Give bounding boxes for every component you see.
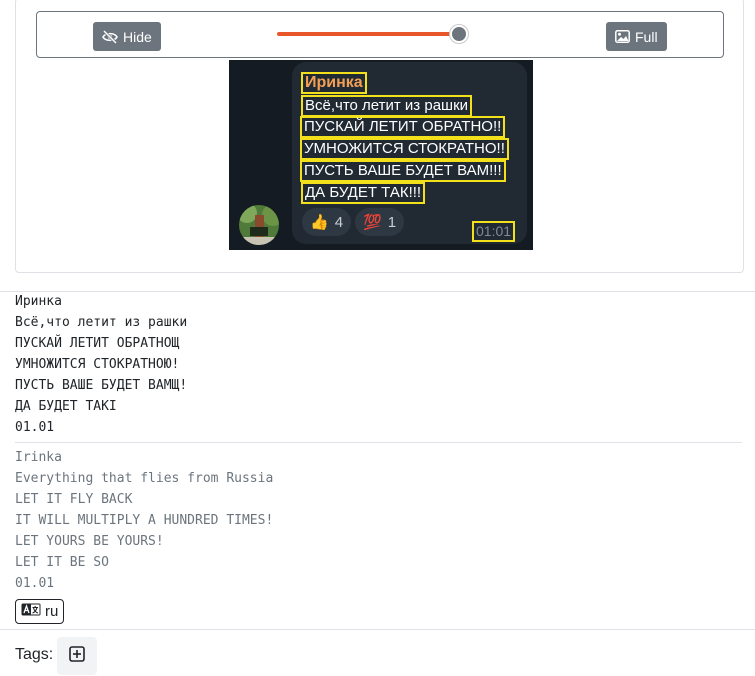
- ocr-line: Всё,что летит из рашки: [15, 315, 188, 330]
- full-button[interactable]: Full: [606, 22, 667, 51]
- language-code: ru: [45, 603, 59, 620]
- hide-button[interactable]: Hide: [93, 22, 161, 51]
- hide-label: Hide: [123, 28, 152, 45]
- translation-text: Irinka Everything that flies from Russia L…: [15, 447, 273, 594]
- ocr-line: ДА БУДЕТ ТАКI: [15, 399, 117, 414]
- ocr-line: 01.01: [15, 420, 55, 435]
- message-line: Всё,что летит из рашки: [301, 95, 473, 117]
- add-tag-button[interactable]: [57, 637, 97, 675]
- translation-line: LET IT FLY BACK: [15, 492, 133, 507]
- message-sender: Иринка: [301, 72, 367, 94]
- ocr-original-text: Иринка Всё,что летит из рашки ПУСКАЙ ЛЕТИТ…: [15, 291, 187, 438]
- size-slider-thumb[interactable]: [450, 25, 468, 43]
- ocr-line: УМНОЖИТСЯ СТОКРАТНОЮ!: [15, 357, 180, 372]
- message-time: 01:01: [472, 221, 516, 242]
- message-line: УМНОЖИТСЯ СТОКРАТНО!!: [300, 138, 509, 160]
- translation-line: Irinka: [15, 450, 62, 465]
- translation-line: LET IT BE SO: [15, 555, 109, 570]
- tags-label: Tags:: [15, 646, 54, 663]
- message-line: ПУСКАЙ ЛЕТИТ ОБРАТНО!!: [300, 116, 506, 138]
- full-label: Full: [635, 28, 658, 45]
- reaction-count: 1: [387, 213, 397, 231]
- translation-line: Everything that flies from Russia: [15, 471, 274, 486]
- language-badge[interactable]: ru: [15, 599, 65, 624]
- view-toolbar: Hide Full: [36, 11, 724, 58]
- thumbs-up-icon: 👍: [310, 214, 329, 231]
- message-line: ДА БУДЕТ ТАК!!!: [301, 182, 426, 204]
- translation-line: 01.01: [15, 576, 55, 591]
- reaction-thumbs-up[interactable]: 👍 4: [302, 208, 352, 236]
- translation-line: LET YOURS BE YOURS!: [15, 534, 164, 549]
- reaction-count: 4: [334, 213, 344, 231]
- hundred-points-icon: 💯: [363, 214, 382, 231]
- avatar: [239, 205, 279, 245]
- message-screenshot: Иринка Всё,что летит из рашки ПУСКАЙ ЛЕТ…: [229, 60, 533, 250]
- tags-divider: [0, 629, 755, 630]
- image-icon: [615, 30, 630, 43]
- plus-square-icon: [69, 645, 85, 667]
- ocr-line: ПУСКАЙ ЛЕТИТ ОБРАТНОЩ: [15, 336, 180, 351]
- message-line: ПУСТЬ ВАШЕ БУДЕТ ВАМ!!!: [300, 160, 506, 182]
- ocr-line: Иринка: [15, 294, 62, 309]
- translate-icon: [21, 603, 41, 620]
- reaction-hundred[interactable]: 💯 1: [355, 208, 405, 236]
- translation-line: IT WILL MULTIPLY A HUNDRED TIMES!: [15, 513, 274, 528]
- size-slider-track[interactable]: [277, 32, 461, 36]
- translation-divider: [15, 442, 742, 443]
- eye-slash-icon: [102, 29, 118, 44]
- ocr-line: ПУСТЬ ВАШЕ БУДЕТ ВАМЩ!: [15, 378, 188, 393]
